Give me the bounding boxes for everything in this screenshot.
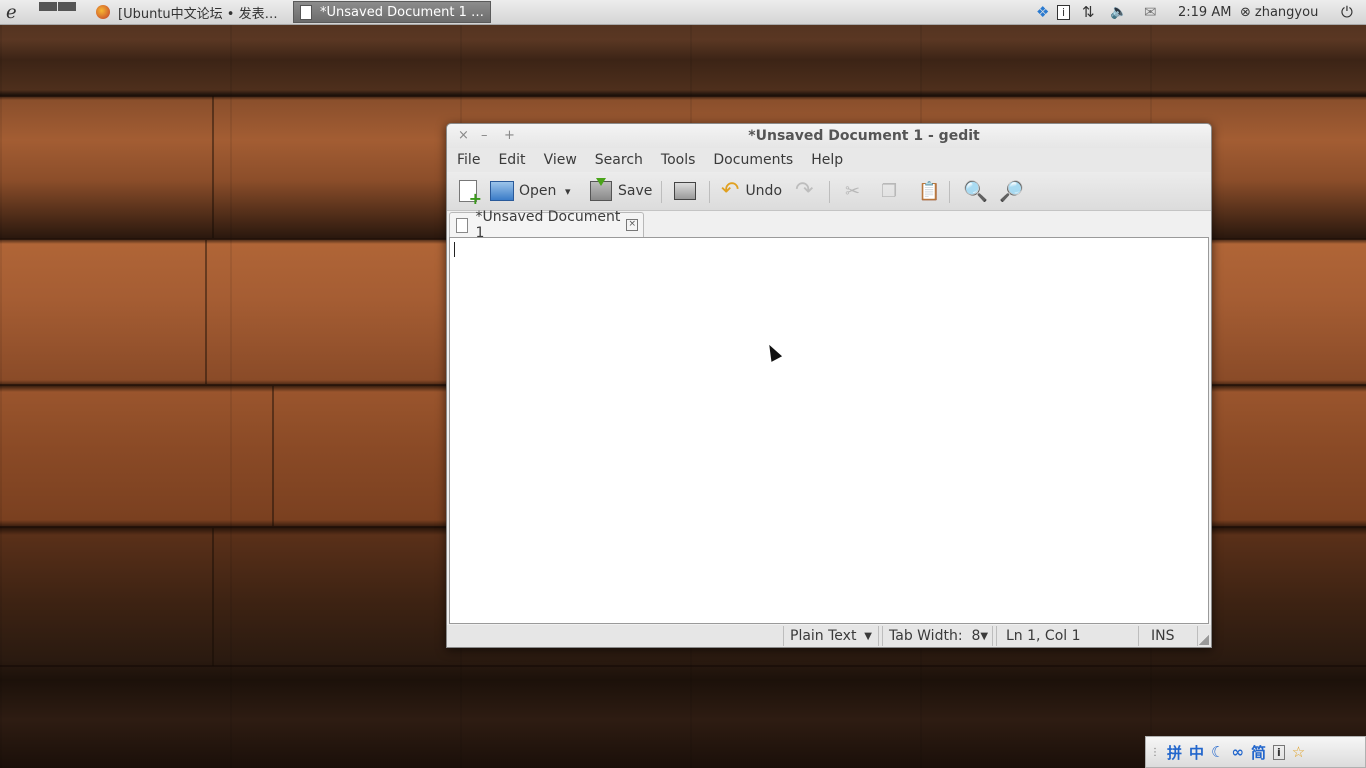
print-icon — [674, 182, 696, 200]
menu-help[interactable]: Help — [802, 152, 852, 168]
new-document-icon — [459, 180, 482, 208]
undo-icon: ↶ — [721, 178, 740, 203]
taskbar-item-gedit[interactable]: *Unsaved Document 1 … — [293, 1, 491, 23]
undo-button[interactable]: ↶ Undo — [721, 178, 782, 204]
search-icon: 🔍 — [963, 179, 988, 203]
undo-button-label: Undo — [745, 183, 783, 199]
copy-icon: ❐ — [881, 180, 898, 202]
toolbar-separator — [709, 181, 710, 203]
save-button[interactable]: Save — [590, 178, 652, 204]
new-document-button[interactable] — [459, 178, 482, 208]
taskbar-item-label: [Ubuntu中文论坛 • 发表… — [118, 6, 278, 22]
gedit-window: × – + *Unsaved Document 1 - gedit File E… — [446, 123, 1212, 648]
status-bar: Plain Text ▼ Tab Width: 8 ▼ Ln 1, Col 1 … — [447, 625, 1211, 647]
insert-mode: INS — [1138, 626, 1198, 646]
firefox-icon — [96, 5, 110, 19]
info-icon[interactable]: i — [1057, 0, 1071, 24]
text-cursor — [454, 242, 455, 257]
window-title: *Unsaved Document 1 - gedit — [748, 128, 980, 144]
toolbar: Open ▾ Save ↶ Undo ↷ ✂ ❐ 📋 🔍 🔎 — [447, 172, 1211, 211]
open-recent-dropdown[interactable]: ▾ — [565, 178, 571, 204]
user-status-icon: ⊗ — [1240, 4, 1251, 20]
menu-file[interactable]: File — [447, 152, 489, 168]
cut-button[interactable]: ✂ — [845, 178, 860, 204]
open-button-label: Open — [519, 183, 557, 199]
cut-icon: ✂ — [845, 180, 861, 202]
language-selector[interactable]: Plain Text ▼ — [783, 626, 879, 646]
paste-button[interactable]: 📋 — [918, 178, 940, 204]
title-bar[interactable]: × – + *Unsaved Document 1 - gedit — [447, 124, 1211, 148]
close-tab-icon[interactable]: × — [626, 219, 638, 231]
ime-toolbar: ⋮ 拼 中 ☾ ∞ 简 i ☆ — [1145, 736, 1366, 768]
open-folder-icon — [490, 181, 514, 201]
half-width-icon[interactable]: ☾ — [1211, 743, 1224, 761]
simplified-chinese-icon[interactable]: 简 — [1251, 742, 1266, 763]
taskbar-item-firefox[interactable]: [Ubuntu中文论坛 • 发表… — [90, 1, 288, 23]
chevron-down-icon: ▼ — [864, 630, 872, 642]
top-panel: ℯ [Ubuntu中文论坛 • 发表… *Unsaved Document 1 … — [0, 0, 1366, 25]
toolbar-separator — [949, 181, 950, 203]
wood-seam — [212, 96, 214, 238]
cursor-position: Ln 1, Col 1 — [996, 626, 1138, 646]
chinese-mode-icon[interactable]: 中 — [1189, 742, 1204, 763]
wood-seam — [272, 386, 274, 526]
star-icon[interactable]: ☆ — [1292, 743, 1305, 761]
toolbar-separator — [661, 181, 662, 203]
find-replace-icon: 🔎 — [999, 179, 1024, 203]
copy-button[interactable]: ❐ — [881, 178, 897, 204]
menu-logo-icon[interactable]: ℯ — [6, 0, 17, 24]
redo-button[interactable]: ↷ — [795, 178, 813, 204]
toolbar-separator — [829, 181, 830, 203]
workspace-switcher[interactable] — [39, 2, 76, 22]
wood-seam — [0, 665, 1366, 667]
menu-tools[interactable]: Tools — [652, 152, 705, 168]
tab-unsaved-document-1[interactable]: *Unsaved Document 1 × — [449, 209, 644, 241]
menu-view[interactable]: View — [535, 152, 586, 168]
menu-search[interactable]: Search — [586, 152, 652, 168]
menu-edit[interactable]: Edit — [489, 152, 534, 168]
print-button[interactable] — [674, 178, 696, 204]
wood-seam — [205, 240, 207, 384]
tab-width-label: Tab Width: 8 — [889, 628, 981, 644]
find-button[interactable]: 🔍 — [963, 178, 988, 204]
save-icon — [590, 178, 612, 201]
text-editor-icon — [300, 4, 313, 20]
resize-grip[interactable] — [1199, 635, 1209, 645]
menu-documents[interactable]: Documents — [704, 152, 802, 168]
save-button-label: Save — [618, 183, 653, 199]
wood-seam — [212, 528, 214, 666]
document-icon — [456, 217, 468, 233]
mail-icon[interactable]: ✉ — [1144, 0, 1157, 24]
punctuation-icon[interactable]: ∞ — [1231, 743, 1244, 761]
redo-icon: ↷ — [795, 178, 814, 203]
menu-bar: File Edit View Search Tools Documents He… — [447, 148, 1211, 172]
clock[interactable]: 2:19 AM — [1178, 0, 1231, 24]
network-icon[interactable]: ⇅ — [1082, 0, 1095, 24]
user-name: zhangyou — [1254, 4, 1319, 20]
volume-icon[interactable]: 🔈 — [1110, 0, 1127, 24]
open-button[interactable]: Open — [490, 178, 556, 204]
dropbox-icon[interactable]: ❖ — [1036, 0, 1049, 24]
ime-info-icon[interactable]: i — [1273, 744, 1285, 760]
paste-icon: 📋 — [918, 180, 941, 202]
power-icon[interactable]: ⏻ — [1341, 0, 1353, 24]
text-editor-area[interactable] — [449, 237, 1209, 624]
language-label: Plain Text — [790, 628, 857, 644]
tab-width-selector[interactable]: Tab Width: 8 ▼ — [882, 626, 993, 646]
pinyin-icon[interactable]: 拼 — [1167, 742, 1182, 763]
chevron-down-icon: ▼ — [980, 630, 989, 642]
tab-bar: *Unsaved Document 1 × — [447, 209, 1211, 241]
taskbar-item-label: *Unsaved Document 1 … — [320, 4, 484, 20]
find-replace-button[interactable]: 🔎 — [999, 178, 1024, 204]
user-menu[interactable]: ⊗ zhangyou — [1240, 0, 1318, 24]
wood-seam — [0, 95, 1366, 97]
drag-handle-icon[interactable]: ⋮ — [1150, 747, 1160, 758]
